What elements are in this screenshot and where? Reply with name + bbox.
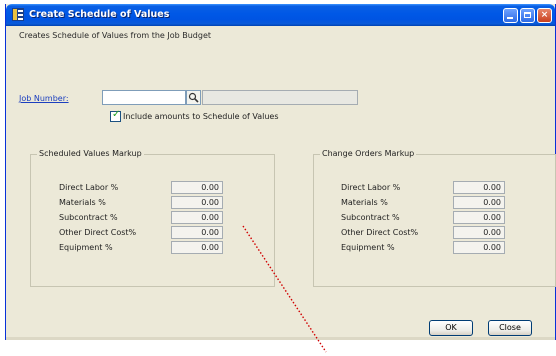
screenshot-canvas: Create Schedule of Values × Creates Sche… — [0, 0, 556, 356]
annotation-dotted-line — [242, 225, 327, 353]
